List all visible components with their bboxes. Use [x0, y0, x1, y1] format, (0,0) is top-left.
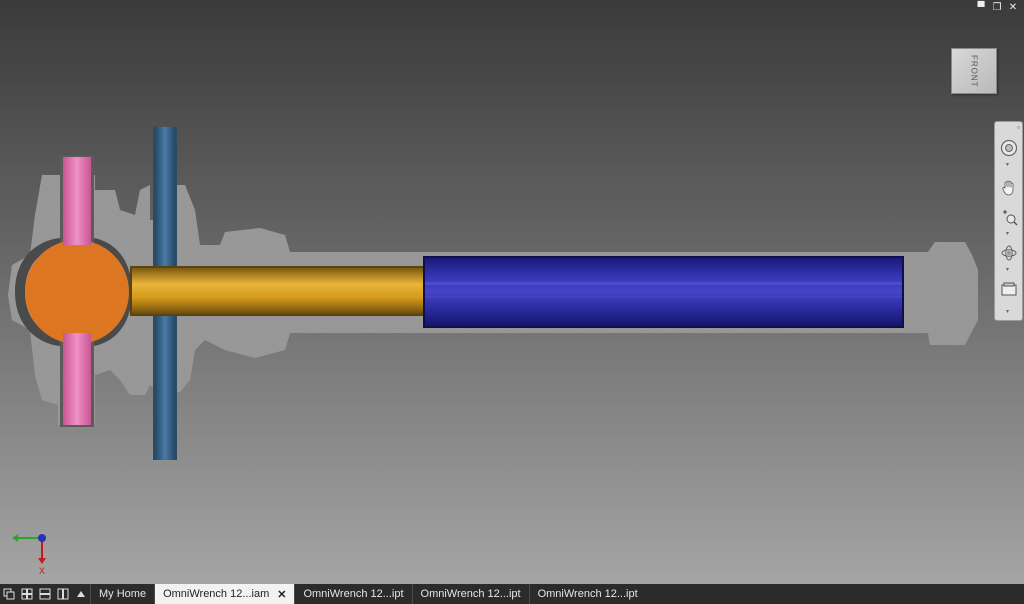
tab-label: OmniWrench 12...ipt [537, 588, 638, 600]
tile-horizontal-icon[interactable] [36, 584, 54, 604]
graphics-viewport[interactable]: ▀ ❐ ✕ FRONT ▫ ▾ ▾ ▾ ▾ X [0, 0, 1024, 584]
tab-omniwrench-ipt-2[interactable]: OmniWrench 12...ipt [411, 584, 529, 604]
tab-list-up-icon[interactable] [72, 584, 90, 604]
tab-close-icon[interactable]: ✕ [277, 588, 286, 601]
tab-omniwrench-ipt-3[interactable]: OmniWrench 12...ipt [528, 584, 646, 604]
cascade-windows-icon[interactable] [0, 584, 18, 604]
tile-windows-icon[interactable] [18, 584, 36, 604]
z-axis-origin [38, 534, 46, 542]
pink-shaft-upper [63, 157, 91, 245]
tab-label: OmniWrench 12...iam [163, 588, 270, 600]
blue-sleeve-highlight [425, 282, 902, 285]
tile-vertical-icon[interactable] [54, 584, 72, 604]
y-axis-arrow [12, 534, 18, 542]
tab-label: My Home [99, 588, 147, 600]
blue-sleeve-highlight [425, 296, 902, 298]
tab-omniwrench-iam[interactable]: OmniWrench 12...iam ✕ [154, 584, 295, 604]
assembly-model[interactable] [0, 0, 1024, 584]
orange-ball[interactable] [25, 240, 129, 344]
x-axis-label: X [39, 566, 45, 576]
coordinate-triad: X [12, 534, 46, 576]
x-axis-arrow [38, 558, 46, 564]
blue-sleeve[interactable] [425, 258, 902, 326]
pink-shaft-lower [63, 333, 91, 425]
tab-my-home[interactable]: My Home [90, 584, 154, 604]
gold-rod[interactable] [132, 268, 426, 314]
document-tab-bar: My Home OmniWrench 12...iam ✕ OmniWrench… [0, 584, 1024, 604]
tab-omniwrench-ipt-1[interactable]: OmniWrench 12...ipt [294, 584, 411, 604]
tab-label: OmniWrench 12...ipt [303, 588, 404, 600]
tab-label: OmniWrench 12...ipt [420, 588, 521, 600]
